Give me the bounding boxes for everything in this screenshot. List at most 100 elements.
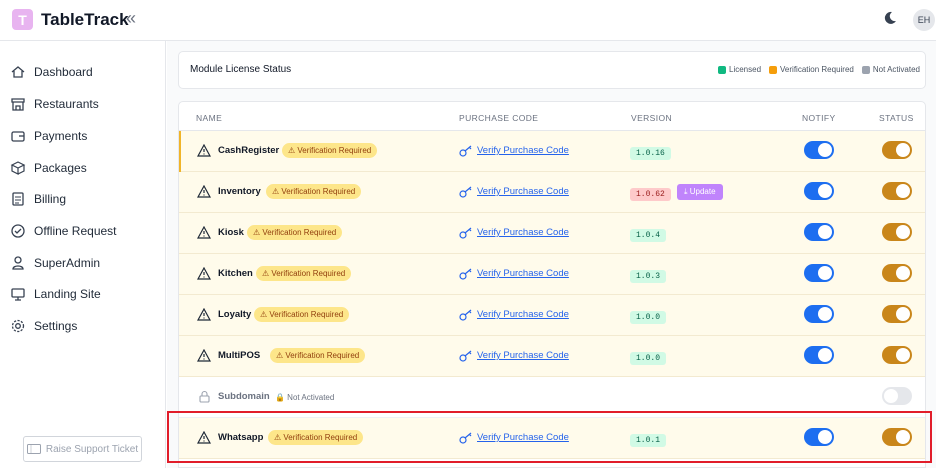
sidebar-item-packages[interactable]: Packages — [10, 156, 87, 180]
module-name: Subdomain — [218, 391, 270, 402]
key-icon — [459, 145, 472, 157]
version-badge: 1.0.3 — [630, 270, 667, 283]
status-toggle[interactable] — [882, 141, 912, 159]
sidebar-item-superadmin[interactable]: SuperAdmin — [10, 251, 100, 275]
notify-toggle[interactable] — [804, 141, 834, 159]
sidebar: Dashboard Restaurants Payments Packages … — [0, 41, 166, 468]
toggle-knob — [884, 389, 898, 403]
warning-icon — [197, 349, 211, 362]
key-icon — [459, 309, 472, 321]
verification-required-badge: ⚠ Verification Required — [270, 348, 366, 363]
verification-required-badge: ⚠ Verification Required — [256, 266, 352, 281]
table-row: Kitchen ⚠ Verification Required Verify P… — [179, 254, 925, 295]
legend-label: Licensed — [729, 65, 762, 74]
toggle-knob — [896, 184, 910, 198]
status-toggle[interactable] — [882, 182, 912, 200]
module-name: Kitchen — [218, 268, 253, 279]
toggle-knob — [818, 184, 832, 198]
column-header-status: STATUS — [879, 113, 914, 123]
gear-icon — [11, 319, 25, 333]
not-activated-badge: 🔒 Not Activated — [275, 392, 335, 402]
toggle-knob — [896, 225, 910, 239]
verify-purchase-code-link[interactable]: Verify Purchase Code — [477, 145, 569, 156]
toggle-knob — [818, 225, 832, 239]
table-row: CashRegister ⚠ Verification Required Ver… — [179, 131, 925, 172]
verify-purchase-code-link[interactable]: Verify Purchase Code — [477, 309, 569, 320]
sidebar-item-landing-site[interactable]: Landing Site — [10, 282, 101, 306]
toggle-knob — [896, 266, 910, 280]
home-icon — [11, 66, 25, 78]
module-name: MultiPOS — [218, 350, 261, 361]
table-row: Inventory ⚠ Verification Required Verify… — [179, 172, 925, 213]
sidebar-item-label: Packages — [34, 161, 87, 175]
notify-toggle[interactable] — [804, 182, 834, 200]
sidebar-item-dashboard[interactable]: Dashboard — [10, 60, 93, 84]
app-logo[interactable]: T — [12, 9, 33, 30]
legend-dot-not-activated — [861, 65, 870, 74]
verify-purchase-code-link[interactable]: Verify Purchase Code — [477, 227, 569, 238]
raise-support-ticket-button[interactable]: Raise Support Ticket — [23, 436, 142, 462]
check-circle-icon — [11, 224, 25, 238]
legend-label: Verification Required — [780, 65, 854, 74]
status-toggle[interactable] — [882, 346, 912, 364]
version-badge: 1.0.0 — [630, 311, 667, 324]
toggle-knob — [896, 348, 910, 362]
sidebar-item-label: Billing — [34, 192, 67, 206]
column-header-purchase-code: PURCHASE CODE — [459, 113, 539, 123]
package-icon — [10, 161, 26, 175]
moon-icon[interactable] — [882, 10, 898, 26]
app-title[interactable]: TableTrack — [41, 10, 129, 30]
legend-dot-verification — [769, 65, 778, 74]
version-badge: 1.0.16 — [630, 147, 671, 160]
key-icon — [459, 268, 472, 280]
notify-toggle[interactable] — [804, 223, 834, 241]
support-label: Raise Support Ticket — [45, 443, 139, 455]
warning-icon — [197, 267, 211, 280]
notify-toggle[interactable] — [804, 305, 834, 323]
sidebar-item-label: Payments — [34, 129, 88, 143]
key-icon — [459, 350, 472, 362]
notify-toggle[interactable] — [804, 264, 834, 282]
sidebar-item-billing[interactable]: Billing — [10, 187, 66, 211]
sidebar-item-payments[interactable]: Payments — [10, 124, 87, 148]
main-content: Module License Status Licensed Verificat… — [167, 41, 936, 468]
version-badge: 1.0.4 — [630, 229, 667, 242]
sidebar-item-label: Landing Site — [34, 287, 101, 301]
verify-purchase-code-link[interactable]: Verify Purchase Code — [477, 186, 569, 197]
update-button[interactable]: ⤓ Update — [677, 184, 723, 200]
legend-dot-licensed — [718, 65, 726, 74]
sidebar-item-label: Offline Request — [34, 224, 117, 238]
top-bar: T TableTrack « EH — [0, 0, 936, 41]
notify-toggle[interactable] — [804, 346, 834, 364]
toggle-knob — [818, 307, 832, 321]
module-name: CashRegister — [218, 145, 280, 156]
toggle-knob — [818, 266, 832, 280]
toggle-knob — [896, 143, 910, 157]
sidebar-item-restaurants[interactable]: Restaurants — [10, 92, 99, 116]
toggle-knob — [818, 143, 832, 157]
column-header-notify: NOTIFY — [802, 113, 836, 123]
warning-icon — [197, 185, 211, 198]
sidebar-item-settings[interactable]: Settings — [10, 314, 77, 338]
warning-icon — [197, 308, 211, 321]
collapse-sidebar-icon[interactable]: « — [126, 8, 136, 29]
sidebar-item-offline-request[interactable]: Offline Request — [10, 219, 117, 243]
toggle-knob — [896, 307, 910, 321]
status-toggle[interactable] — [882, 387, 912, 405]
status-toggle[interactable] — [882, 264, 912, 282]
key-icon — [459, 227, 472, 239]
avatar[interactable]: EH — [913, 9, 935, 31]
verification-required-badge: ⚠ Verification Required — [282, 143, 378, 158]
status-toggle[interactable] — [882, 223, 912, 241]
lock-icon — [199, 390, 210, 403]
verify-purchase-code-link[interactable]: Verify Purchase Code — [477, 350, 569, 361]
document-icon — [12, 192, 24, 206]
legend: Licensed Verification Required Not Activ… — [710, 65, 920, 74]
verify-purchase-code-link[interactable]: Verify Purchase Code — [477, 268, 569, 279]
table-header: NAME PURCHASE CODE VERSION NOTIFY STATUS — [179, 102, 925, 131]
status-toggle[interactable] — [882, 305, 912, 323]
user-icon — [12, 256, 24, 270]
warning-icon — [197, 144, 211, 157]
toggle-knob — [818, 348, 832, 362]
key-icon — [459, 186, 472, 198]
